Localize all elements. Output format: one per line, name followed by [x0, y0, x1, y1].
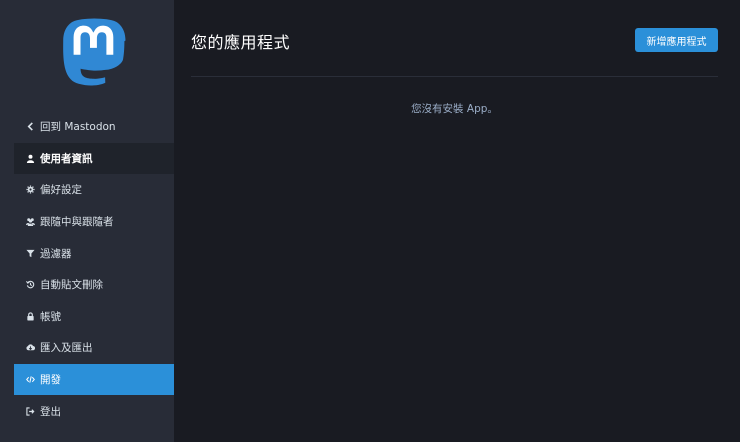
history-icon [25, 279, 36, 290]
user-icon [25, 153, 36, 164]
filter-icon [25, 248, 36, 259]
sidebar-item-label: 自動貼文刪除 [40, 279, 103, 292]
page-title: 您的應用程式 [191, 33, 291, 52]
sidebar-item-relationships[interactable]: 跟隨中與跟隨者 [14, 206, 174, 238]
new-application-button[interactable]: 新增應用程式 [635, 28, 718, 52]
main-content: 您的應用程式 新增應用程式 您沒有安裝 App。 [174, 0, 740, 442]
sidebar: 回到 Mastodon 使用者資訊 偏好設定 跟隨中與跟隨者 過濾器 自動貼文刪… [0, 0, 174, 442]
sidebar-item-development[interactable]: 開發 [14, 363, 174, 396]
app-window: 回到 Mastodon 使用者資訊 偏好設定 跟隨中與跟隨者 過濾器 自動貼文刪… [0, 0, 740, 442]
sidebar-item-logout[interactable]: 登出 [14, 395, 174, 427]
sidebar-item-auto-delete[interactable]: 自動貼文刪除 [14, 269, 174, 301]
sign-out-icon [25, 406, 36, 417]
sidebar-item-label: 匯入及匯出 [40, 342, 93, 355]
gear-icon [25, 184, 36, 195]
sidebar-item-label: 帳號 [40, 310, 61, 323]
users-icon [25, 216, 36, 227]
settings-nav: 回到 Mastodon 使用者資訊 偏好設定 跟隨中與跟隨者 過濾器 自動貼文刪… [0, 111, 174, 427]
sidebar-item-label: 過濾器 [40, 247, 72, 260]
sidebar-item-filters[interactable]: 過濾器 [14, 237, 174, 269]
sidebar-item-profile[interactable]: 使用者資訊 [14, 142, 174, 175]
sidebar-item-account[interactable]: 帳號 [14, 301, 174, 333]
sidebar-item-label: 偏好設定 [40, 184, 82, 197]
mastodon-logo-icon[interactable] [61, 17, 127, 87]
empty-state-message: 您沒有安裝 App。 [411, 103, 498, 115]
sidebar-item-label: 回到 Mastodon [40, 121, 116, 134]
sidebar-item-preferences[interactable]: 偏好設定 [14, 174, 174, 206]
sidebar-item-label: 使用者資訊 [40, 152, 93, 165]
sidebar-item-label: 開發 [40, 374, 61, 387]
code-icon [25, 374, 36, 385]
lock-icon [25, 311, 36, 322]
sidebar-item-label: 登出 [40, 405, 61, 418]
sidebar-item-label: 跟隨中與跟隨者 [40, 216, 114, 229]
sidebar-item-import-export[interactable]: 匯入及匯出 [14, 332, 174, 364]
cloud-download-icon [25, 342, 36, 353]
sidebar-item-back-to-mastodon[interactable]: 回到 Mastodon [0, 111, 174, 143]
divider [191, 76, 718, 77]
chevron-left-icon [25, 121, 36, 132]
